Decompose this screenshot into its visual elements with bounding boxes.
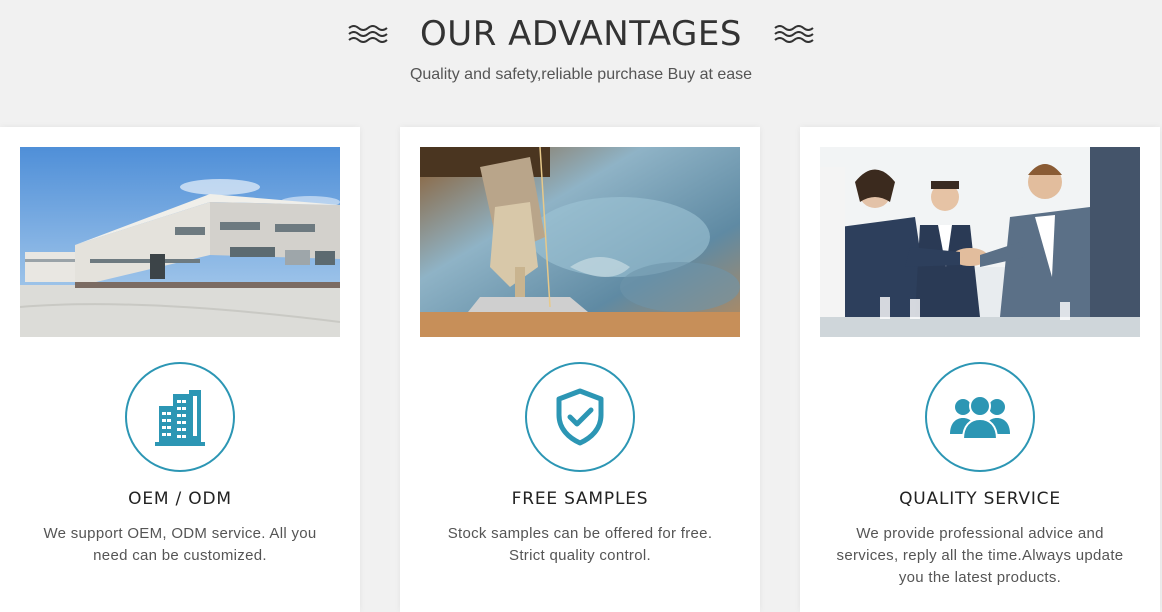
factory-building-photo (20, 147, 340, 337)
section-header: OUR ADVANTAGES Quality and safety,reliab… (0, 0, 1162, 127)
card-title: QUALITY SERVICE (899, 489, 1061, 509)
title-row: OUR ADVANTAGES (0, 12, 1162, 56)
business-handshake-photo (820, 147, 1140, 337)
wave-decoration-icon (348, 25, 388, 43)
shield-check-icon (556, 388, 604, 446)
advantage-card-free-samples: FREE SAMPLES Stock samples can be offere… (400, 127, 760, 612)
building-icon-badge (125, 362, 235, 472)
card-description: We support OEM, ODM service. All you nee… (43, 525, 317, 564)
users-group-icon-badge (925, 362, 1035, 472)
card-title: FREE SAMPLES (511, 489, 649, 509)
wave-decoration-icon (774, 25, 814, 43)
section-subtitle: Quality and safety,reliable purchase Buy… (409, 66, 753, 83)
advantage-card-quality-service: QUALITY SERVICE We provide professional … (800, 127, 1160, 612)
card-title: OEM / ODM (128, 489, 232, 509)
sewing-machine-photo (420, 147, 740, 337)
users-group-icon (950, 395, 1010, 440)
shield-check-icon-badge (525, 362, 635, 472)
section-title: OUR ADVANTAGES (420, 14, 742, 54)
card-description: We provide professional advice and servi… (836, 525, 1124, 586)
building-icon (155, 390, 205, 446)
card-description: Stock samples can be offered for free. S… (447, 525, 713, 564)
advantage-card-oem-odm: OEM / ODM We support OEM, ODM service. A… (0, 127, 360, 612)
